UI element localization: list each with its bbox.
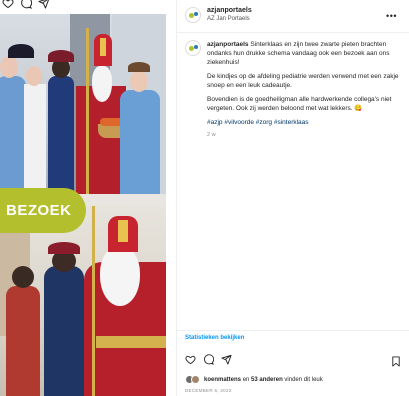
caption-avatar[interactable] — [185, 40, 201, 56]
liker-username[interactable]: koenmattens — [204, 377, 241, 383]
likes-suffix: vinden dit leuk — [284, 376, 323, 383]
previous-post-actions — [2, 0, 50, 9]
post-header: azjanportaels AZ Jan Portaels — [185, 6, 252, 24]
header-text: azjanportaels AZ Jan Portaels — [207, 6, 252, 24]
footer-divider — [177, 330, 409, 331]
post-details-panel: azjanportaels AZ Jan Portaels ••• azjanp… — [176, 0, 409, 396]
view-insights-link[interactable]: Statistieken bekijken — [185, 335, 244, 341]
likes-summary: koenmattens en 53 anderen vinden dit leu… — [185, 375, 323, 384]
comment-icon[interactable] — [203, 354, 214, 365]
header-divider — [177, 32, 409, 33]
share-icon[interactable] — [38, 0, 50, 9]
likes-connector: en — [242, 376, 250, 383]
save-button[interactable] — [391, 354, 401, 372]
caption-para-2: De kindjes op de afdeling pediatrie werd… — [207, 73, 399, 89]
photo-sinterklaas-visit — [0, 206, 166, 396]
likes-text: koenmattens en 53 anderen vinden dit leu… — [204, 377, 323, 383]
header-username[interactable]: azjanportaels — [207, 6, 252, 15]
bezoek-banner: BEZOEK — [0, 188, 86, 233]
likes-others[interactable]: 53 anderen — [251, 377, 283, 383]
comment-icon[interactable] — [20, 0, 32, 9]
share-icon[interactable] — [221, 354, 232, 365]
more-options-icon[interactable]: ••• — [386, 11, 397, 21]
caption-para-1: azjanportaels Sinterklaas en zijn twee z… — [207, 40, 403, 67]
caption-body: azjanportaels Sinterklaas en zijn twee z… — [207, 40, 403, 140]
caption-username[interactable]: azjanportaels — [207, 41, 249, 48]
post-date: DECEMBER 6, 2022 — [185, 388, 232, 393]
avatar[interactable] — [185, 7, 201, 23]
liker-avatar — [191, 375, 200, 384]
caption-hashtags[interactable]: #azjp #vilvoorde #zorg #sinterklaas — [207, 118, 403, 127]
bezoek-text: BEZOEK — [6, 202, 72, 219]
header-subtitle[interactable]: AZ Jan Portaels — [207, 15, 252, 24]
caption: azjanportaels Sinterklaas en zijn twee z… — [185, 40, 403, 140]
heart-icon[interactable] — [2, 0, 14, 9]
bookmark-icon[interactable] — [391, 356, 401, 367]
post-image[interactable]: BEZOEK — [0, 14, 166, 396]
liker-avatars — [185, 375, 200, 384]
post-actions — [185, 354, 232, 365]
photo-sinterklaas-group — [0, 14, 166, 194]
caption-para-3: Bovendien is de goedheiligman alle hardw… — [207, 96, 392, 112]
heart-icon[interactable] — [185, 354, 196, 365]
caption-time: 2 w — [207, 132, 216, 138]
caption-row: azjanportaels Sinterklaas en zijn twee z… — [185, 40, 403, 140]
